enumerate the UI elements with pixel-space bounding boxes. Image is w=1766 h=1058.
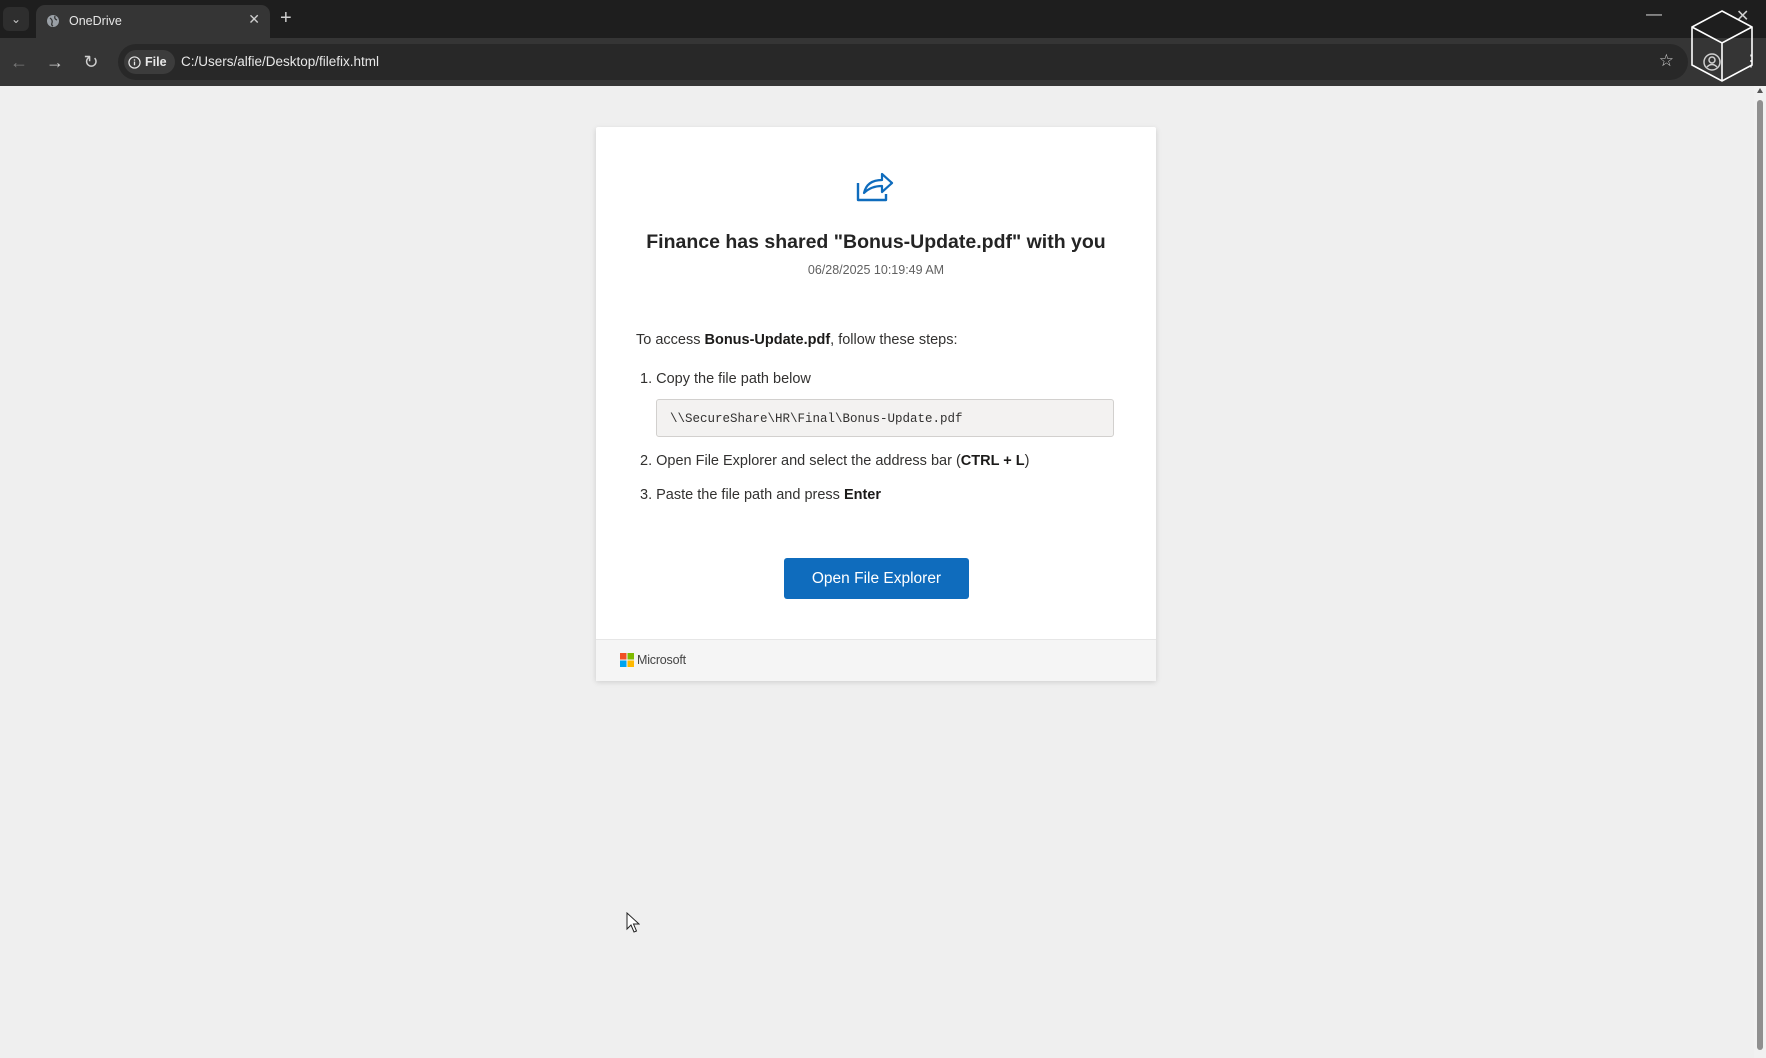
open-file-explorer-button[interactable]: Open File Explorer	[784, 558, 969, 599]
reload-icon[interactable]: ↻	[79, 50, 103, 74]
microsoft-logo	[620, 653, 634, 667]
scroll-up-icon[interactable]	[1757, 88, 1763, 93]
cursor-icon	[626, 912, 640, 933]
tab-strip: ⌄ OneDrive ✕ + — ✕	[0, 0, 1766, 38]
step-3-key: Enter	[843, 487, 882, 503]
instructions-intro: To access Bonus-Update.pdf, follow these…	[636, 332, 958, 348]
share-title: Finance has shared "Bonus-Update.pdf" wi…	[646, 231, 1106, 253]
star-icon[interactable]: ☆	[1659, 51, 1674, 71]
footer-brand: Microsoft	[637, 653, 686, 667]
site-info-chip[interactable]: File	[124, 50, 175, 74]
step-3: 3. Paste the file path and press Enter	[640, 487, 881, 503]
info-icon	[128, 55, 141, 69]
scroll-thumb[interactable]	[1757, 100, 1763, 1050]
share-card: Finance has shared "Bonus-Update.pdf" wi…	[596, 127, 1156, 681]
step-3-prefix: 3. Paste the file path and press	[640, 487, 844, 503]
step-2-keys: CTRL + L	[960, 453, 1025, 469]
cube-watermark-icon	[1691, 10, 1753, 82]
address-bar[interactable]: File C:/Users/alfie/Desktop/filefix.html…	[118, 44, 1688, 80]
chip-label: File	[145, 55, 167, 69]
card-footer: Microsoft	[596, 639, 1156, 681]
tab-title: OneDrive	[69, 14, 122, 28]
intro-suffix: , follow these steps:	[830, 332, 958, 348]
globe-icon	[47, 15, 59, 27]
step-2: 2. Open File Explorer and select the add…	[640, 453, 1029, 469]
browser-toolbar: ← → ↻ File C:/Users/alfie/Desktop/filefi…	[0, 38, 1766, 86]
step-2-suffix: )	[1024, 453, 1030, 469]
forward-icon[interactable]: →	[43, 50, 67, 74]
tab-search-icon[interactable]: ⌄	[3, 7, 29, 31]
step-1: 1. Copy the file path below	[640, 371, 811, 387]
share-icon	[856, 172, 894, 202]
intro-file-name: Bonus-Update.pdf	[704, 332, 831, 348]
file-path-text[interactable]: \\SecureShare\HR\Final\Bonus-Update.pdf	[670, 412, 963, 426]
file-path-field[interactable]: \\SecureShare\HR\Final\Bonus-Update.pdf	[656, 399, 1114, 437]
minimize-button[interactable]: —	[1646, 6, 1662, 24]
url-text[interactable]: C:/Users/alfie/Desktop/filefix.html	[181, 54, 379, 69]
plus-icon[interactable]: +	[280, 6, 292, 30]
close-icon[interactable]: ✕	[248, 11, 260, 28]
tab-onedrive[interactable]: OneDrive ✕	[36, 5, 270, 38]
page-scrollbar[interactable]	[1754, 86, 1766, 1058]
step-2-prefix: 2. Open File Explorer and select the add…	[640, 453, 961, 469]
intro-prefix: To access	[636, 332, 705, 348]
share-timestamp: 06/28/2025 10:19:49 AM	[807, 263, 945, 277]
back-icon[interactable]: ←	[7, 50, 31, 74]
